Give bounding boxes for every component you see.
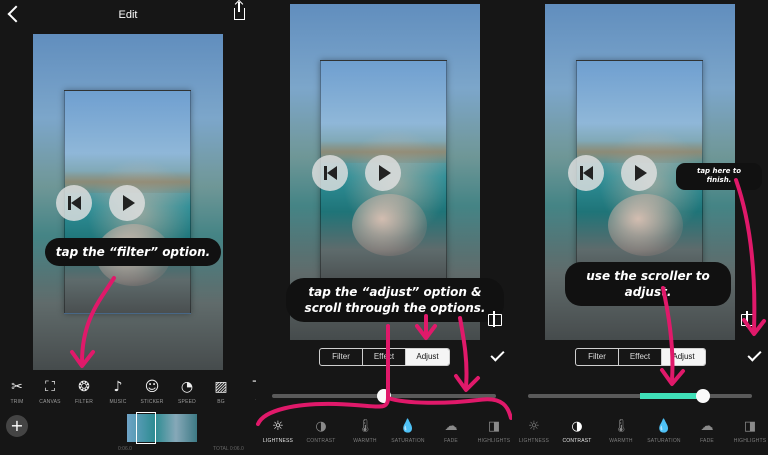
tutorial-collage: Edit tap the “filter” option. ✂ TRIM ⛶ CANV…	[0, 0, 768, 455]
adjust-step-screen: tap the “adjust” option & scroll through…	[256, 0, 512, 455]
contrast-step-screen: tap here to finish. use the scroller to …	[512, 0, 768, 455]
edit-screen-filter-step: Edit tap the “filter” option. ✂ TRIM ⛶ CANV…	[0, 0, 256, 455]
annotation-arrows	[660, 178, 766, 386]
annotation-arrow	[70, 276, 116, 368]
annotation-arrows	[256, 314, 512, 426]
